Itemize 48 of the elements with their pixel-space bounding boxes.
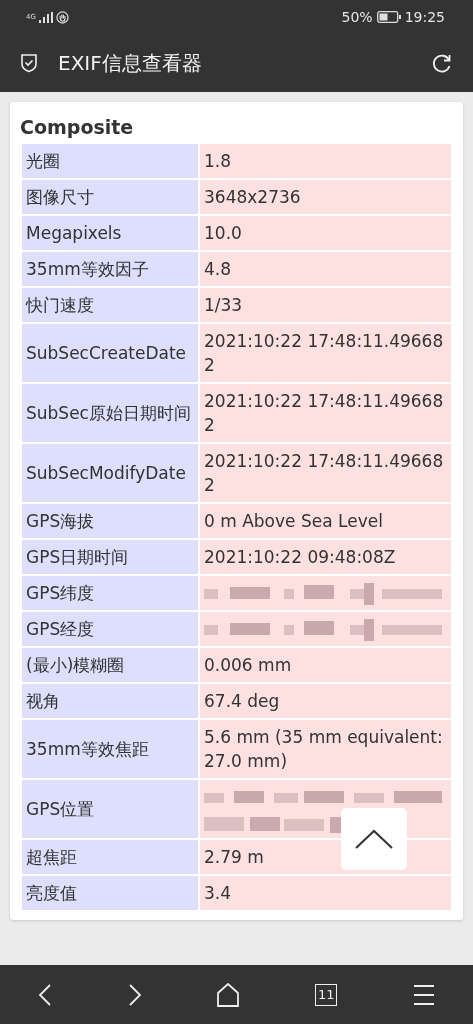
tabs-count-button[interactable]: 11 xyxy=(315,983,338,1006)
value-cell: 2021:10:22 17:48:11.496682 xyxy=(200,384,451,442)
value-cell: 2021:10:22 17:48:11.496682 xyxy=(200,324,451,382)
battery-icon xyxy=(376,11,401,23)
label-cell: 视角 xyxy=(22,684,198,718)
label-cell: (最小)模糊圈 xyxy=(22,648,198,682)
back-icon[interactable] xyxy=(37,982,52,1007)
shield-check-icon xyxy=(20,53,38,73)
label-cell: 35mm等效因子 xyxy=(22,252,198,286)
value-cell: 10.0 xyxy=(200,216,451,250)
value-cell: 3648x2736 xyxy=(200,180,451,214)
label-cell: SubSecCreateDate xyxy=(22,324,198,382)
label-cell: 光圈 xyxy=(22,144,198,178)
battery-percent: 50% xyxy=(341,9,373,25)
signal-icon xyxy=(38,11,53,23)
label-cell: Megapixels xyxy=(22,216,198,250)
home-icon[interactable] xyxy=(217,982,240,1007)
section-title: Composite xyxy=(20,116,135,138)
label-cell: 35mm等效焦距 xyxy=(22,720,198,778)
chevron-up-icon xyxy=(354,828,394,850)
menu-icon[interactable] xyxy=(413,984,436,1005)
label-cell: 图像尺寸 xyxy=(22,180,198,214)
label-cell: GPS纬度 xyxy=(22,576,198,610)
value-cell: 5.6 mm (35 mm equivalent: 27.0 mm) xyxy=(200,720,451,778)
hand-icon xyxy=(55,10,69,24)
label-cell: GPS海拔 xyxy=(22,504,198,538)
refresh-icon[interactable] xyxy=(431,52,453,74)
label-cell: SubSecModifyDate xyxy=(22,444,198,502)
value-cell: 2021:10:22 09:48:08Z xyxy=(200,540,451,574)
label-cell: GPS日期时间 xyxy=(22,540,198,574)
label-cell: GPS位置 xyxy=(22,780,198,838)
value-cell: 1/33 xyxy=(200,288,451,322)
value-cell: 1.8 xyxy=(200,144,451,178)
value-cell: 0 m Above Sea Level xyxy=(200,504,451,538)
value-cell: 2021:10:22 17:48:11.496682 xyxy=(200,444,451,502)
label-cell: 亮度值 xyxy=(22,876,198,910)
app-title: EXIF信息查看器 xyxy=(58,49,203,77)
label-cell: SubSec原始日期时间 xyxy=(22,384,198,442)
value-cell: 67.4 deg xyxy=(200,684,451,718)
label-cell: 超焦距 xyxy=(22,840,198,874)
value-cell: 3.4 xyxy=(200,876,451,910)
value-cell: 0.006 mm xyxy=(200,648,451,682)
value-cell: 4.8 xyxy=(200,252,451,286)
clock: 19:25 xyxy=(404,9,445,25)
label-cell: GPS经度 xyxy=(22,612,198,646)
scroll-to-top-button[interactable] xyxy=(341,808,407,870)
forward-icon[interactable] xyxy=(127,982,142,1007)
label-cell: 快门速度 xyxy=(22,288,198,322)
